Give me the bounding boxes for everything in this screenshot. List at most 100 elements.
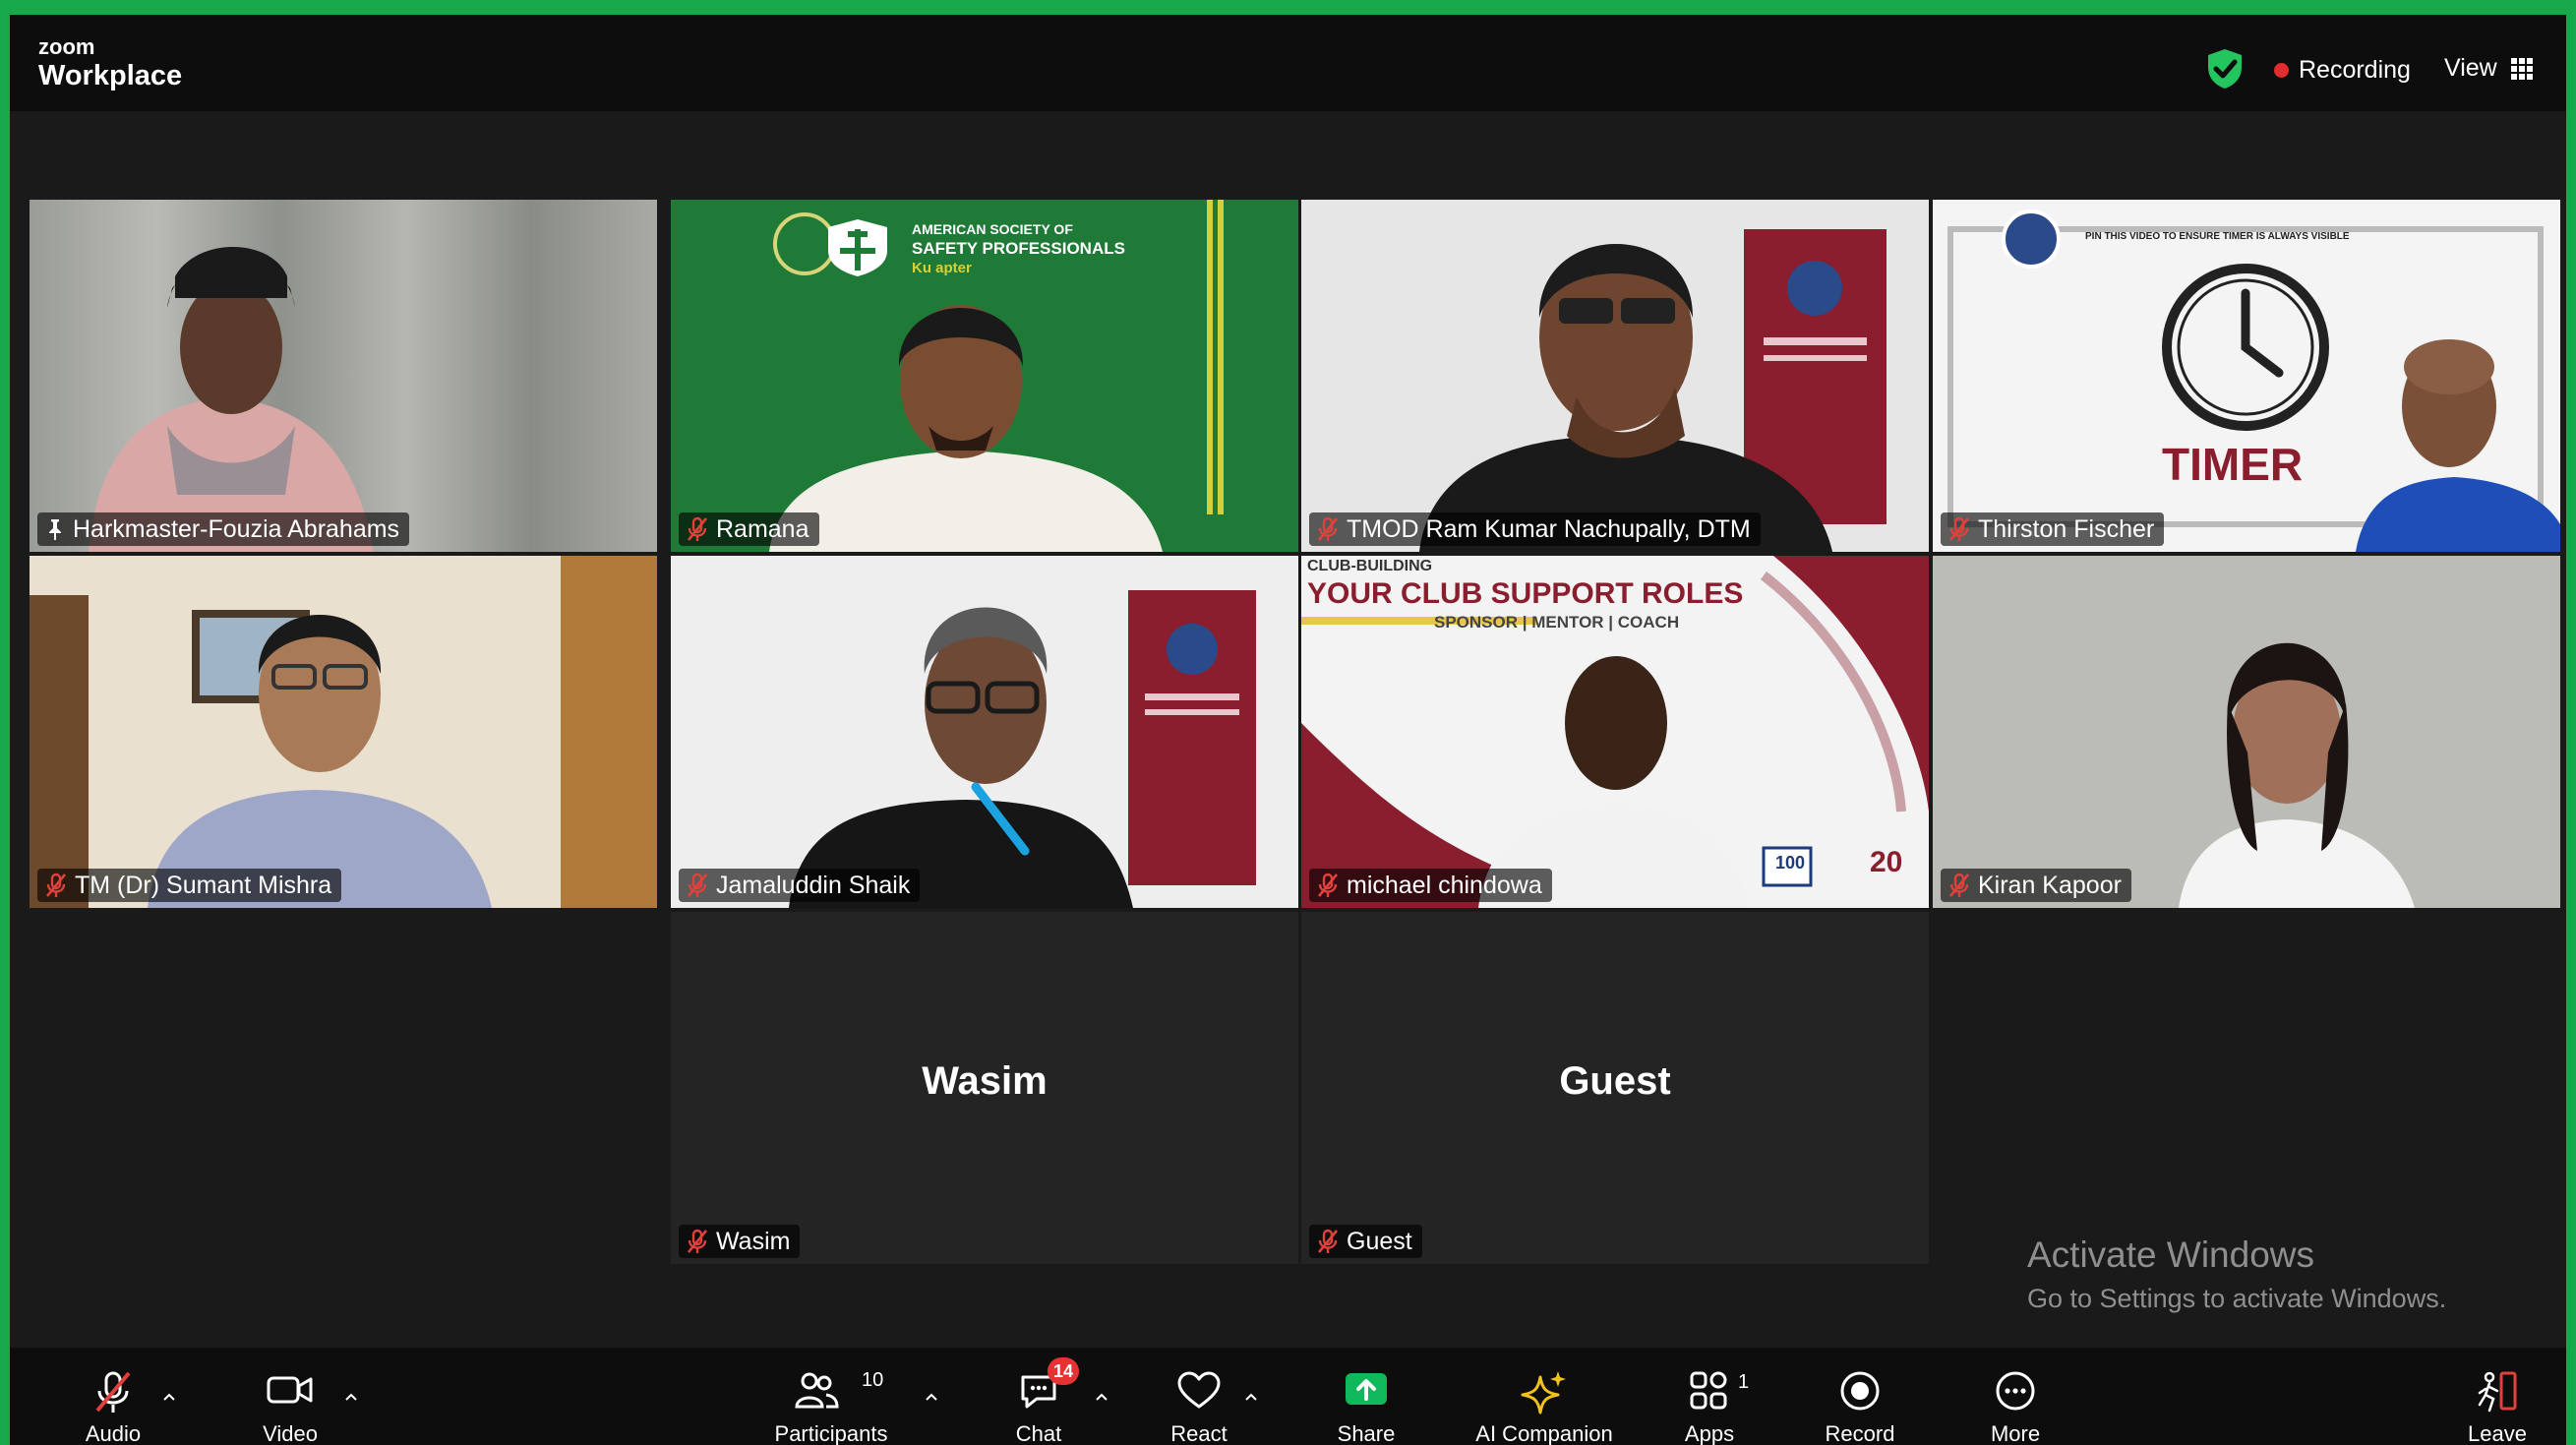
badge-20: 20 xyxy=(1870,846,1903,878)
recording-dot-icon xyxy=(2274,63,2289,78)
participants-options-caret-icon[interactable] xyxy=(925,1392,938,1402)
video-camera-icon xyxy=(267,1376,313,1404)
record-icon xyxy=(1840,1371,1880,1411)
participant-video xyxy=(30,200,657,552)
participant-name: Wasim xyxy=(716,1227,791,1255)
leave-label: Leave xyxy=(2468,1421,2527,1445)
audio-label: Audio xyxy=(85,1421,142,1445)
record-label: Record xyxy=(1825,1421,1895,1445)
share-button[interactable]: Share xyxy=(1324,1348,1408,1445)
video-tile[interactable]: CLUB-BUILDING YOUR CLUB SUPPORT ROLES SP… xyxy=(1301,556,1929,908)
participant-nametag: Harkmaster-Fouzia Abrahams xyxy=(37,512,410,546)
zoom-window: zoom Workplace Recording View Harkmaster… xyxy=(10,15,2566,1445)
react-label: React xyxy=(1170,1421,1228,1445)
leave-door-icon xyxy=(2478,1371,2517,1413)
sparkle-icon xyxy=(1521,1371,1566,1415)
participant-name: Thirston Fischer xyxy=(1978,514,2155,543)
grid-icon xyxy=(2510,57,2533,80)
activate-windows-watermark: Activate Windows Go to Settings to activ… xyxy=(2027,1234,2446,1314)
video-off-name: Wasim xyxy=(922,1059,1048,1103)
video-tile[interactable]: Guest Guest xyxy=(1301,912,1929,1264)
audio-button[interactable]: Audio xyxy=(71,1348,155,1445)
timer-banner: PIN THIS VIDEO TO ENSURE TIMER IS ALWAYS… xyxy=(2085,231,2350,242)
apps-count: 1 xyxy=(1738,1371,1750,1393)
view-button[interactable]: View xyxy=(2444,54,2533,83)
video-tile[interactable]: TM (Dr) Sumant Mishra xyxy=(30,556,657,908)
mic-muted-icon xyxy=(687,873,708,897)
view-label: View xyxy=(2444,54,2497,82)
participants-count: 10 xyxy=(862,1369,884,1391)
mic-muted-icon xyxy=(687,1229,708,1253)
participants-label: Participants xyxy=(774,1421,888,1445)
video-tile[interactable]: Harkmaster-Fouzia Abrahams xyxy=(30,200,657,552)
participant-video xyxy=(1933,556,2560,908)
video-tile[interactable]: TMOD Ram Kumar Nachupally, DTM xyxy=(1301,200,1929,552)
more-button[interactable]: More xyxy=(1973,1348,2058,1445)
more-label: More xyxy=(1990,1421,2041,1445)
club-subtitle: SPONSOR | MENTOR | COACH xyxy=(1434,613,1680,632)
video-tile[interactable]: Wasim Wasim xyxy=(671,912,1298,1264)
participant-name: Jamaluddin Shaik xyxy=(716,871,911,899)
meeting-toolbar: Audio Video Participants 10 Chat 14 Reac… xyxy=(10,1348,2566,1445)
timer-label: TIMER xyxy=(2162,439,2304,490)
mic-muted-icon xyxy=(687,516,708,541)
mic-muted-icon xyxy=(1317,873,1339,897)
video-tile[interactable]: Jamaluddin Shaik xyxy=(671,556,1298,908)
watermark-subtitle: Go to Settings to activate Windows. xyxy=(2027,1284,2447,1313)
react-button[interactable]: React xyxy=(1157,1348,1241,1445)
react-options-caret-icon[interactable] xyxy=(1244,1392,1258,1402)
video-tile[interactable]: PIN THIS VIDEO TO ENSURE TIMER IS ALWAYS… xyxy=(1933,200,2560,552)
recording-label: Recording xyxy=(2299,56,2411,84)
asp-line1: AMERICAN SOCIETY OF xyxy=(912,221,1073,237)
chat-unread-badge: 14 xyxy=(1048,1357,1079,1385)
participant-nametag: Guest xyxy=(1309,1225,1422,1258)
participants-button[interactable]: Participants xyxy=(767,1348,895,1445)
participant-nametag: TM (Dr) Sumant Mishra xyxy=(37,869,342,902)
record-button[interactable]: Record xyxy=(1818,1348,1902,1445)
mic-muted-icon xyxy=(1948,873,1970,897)
participant-nametag: Ramana xyxy=(679,512,819,546)
participant-name: Ramana xyxy=(716,514,809,543)
participant-name: TM (Dr) Sumant Mishra xyxy=(75,871,332,899)
apps-button[interactable]: Apps xyxy=(1667,1348,1752,1445)
participant-nametag: Kiran Kapoor xyxy=(1941,869,2131,902)
participant-nametag: Wasim xyxy=(679,1225,801,1258)
video-tile[interactable]: Kiran Kapoor xyxy=(1933,556,2560,908)
participant-name: TMOD Ram Kumar Nachupally, DTM xyxy=(1347,514,1751,543)
apps-label: Apps xyxy=(1684,1421,1735,1445)
pin-icon xyxy=(49,519,61,540)
video-tile[interactable]: AMERICAN SOCIETY OF SAFETY PROFESSIONALS… xyxy=(671,200,1298,552)
participant-nametag: Jamaluddin Shaik xyxy=(679,869,921,902)
mic-muted-icon xyxy=(1948,516,1970,541)
participants-icon xyxy=(795,1372,839,1409)
leave-button[interactable]: Leave xyxy=(2455,1348,2540,1445)
video-label: Video xyxy=(263,1421,318,1445)
mic-muted-icon xyxy=(95,1371,131,1413)
apps-grid-icon xyxy=(1690,1371,1727,1410)
video-options-caret-icon[interactable] xyxy=(344,1392,358,1402)
mic-muted-icon xyxy=(1317,1229,1339,1253)
ai-companion-label: AI Companion xyxy=(1475,1421,1613,1445)
asp-line3: Ku apter xyxy=(912,260,972,276)
title-bar: zoom Workplace Recording View xyxy=(10,15,2566,111)
chat-options-caret-icon[interactable] xyxy=(1095,1392,1108,1402)
video-off-name: Guest xyxy=(1559,1059,1671,1103)
participant-nametag: michael chindowa xyxy=(1309,869,1552,902)
chat-label: Chat xyxy=(1015,1421,1062,1445)
participant-name: Harkmaster-Fouzia Abrahams xyxy=(73,514,400,543)
video-button[interactable]: Video xyxy=(248,1348,332,1445)
participant-name: Kiran Kapoor xyxy=(1978,871,2122,899)
asp-line2: SAFETY PROFESSIONALS xyxy=(912,239,1125,258)
ai-companion-button[interactable]: AI Companion xyxy=(1466,1348,1623,1445)
participant-nametag: Thirston Fischer xyxy=(1941,512,2165,546)
participant-video xyxy=(1301,200,1929,552)
audio-options-caret-icon[interactable] xyxy=(162,1392,176,1402)
brand-name: Workplace xyxy=(38,60,183,91)
badge-100: 100 xyxy=(1775,853,1806,873)
recording-indicator[interactable]: Recording xyxy=(2274,56,2411,85)
participant-nametag: TMOD Ram Kumar Nachupally, DTM xyxy=(1309,512,1761,546)
participant-video xyxy=(30,556,657,908)
zoom-logo: zoom Workplace xyxy=(38,36,182,90)
encryption-shield-icon[interactable] xyxy=(2205,47,2245,90)
heart-icon xyxy=(1177,1371,1221,1409)
